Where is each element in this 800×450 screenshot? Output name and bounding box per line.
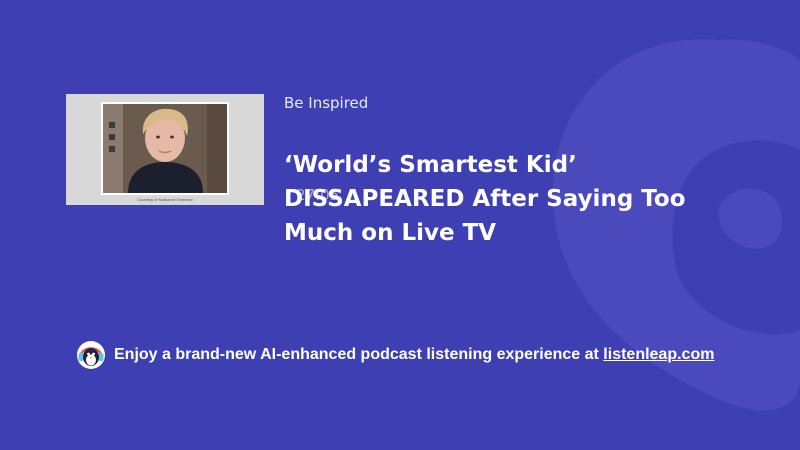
listenleap-link[interactable]: listenleap.com [603, 346, 714, 363]
promo-text: Enjoy a brand-new AI-enhanced podcast li… [114, 346, 715, 363]
thumbnail-caption: Courtesy of Nathaniel Genesee [137, 197, 193, 202]
episode-thumbnail[interactable]: Courtesy of Nathaniel Genesee [66, 94, 264, 205]
penguin-headphones-icon [77, 341, 105, 369]
promo-footer: Enjoy a brand-new AI-enhanced podcast li… [76, 341, 714, 369]
episode-category: Be Inspired [284, 94, 369, 112]
boy-portrait-image [103, 104, 227, 193]
video-frame [101, 102, 229, 195]
episode-title: ‘World’s Smartest Kid’ DISSAPEARED After… [284, 152, 686, 246]
